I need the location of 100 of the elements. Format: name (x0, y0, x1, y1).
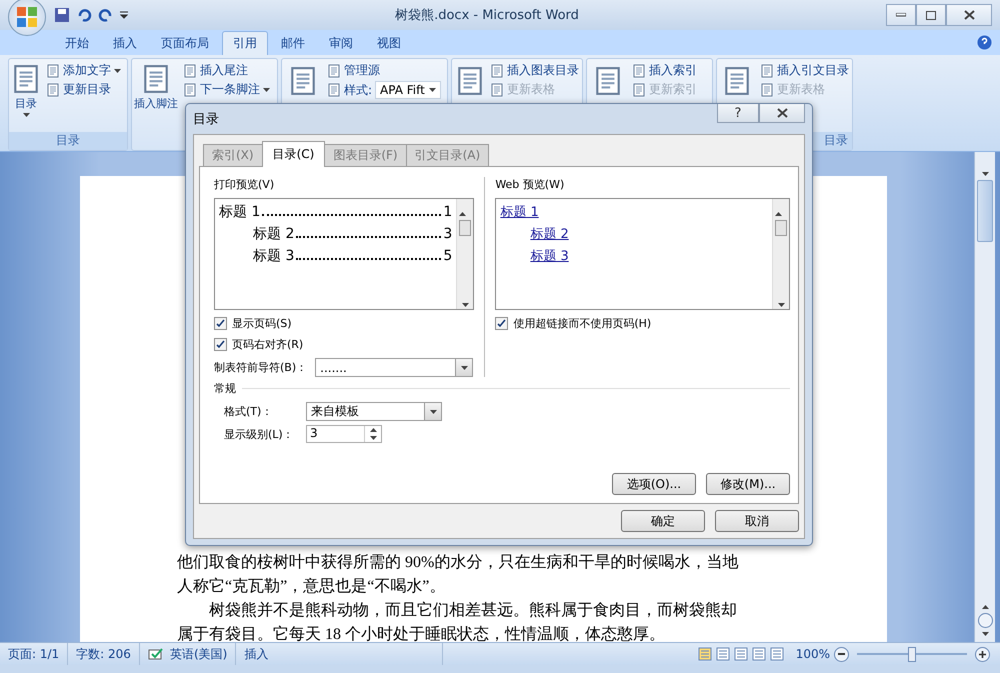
ribbon-tab[interactable]: 邮件 (270, 31, 316, 55)
scrollbar[interactable] (456, 199, 474, 309)
document-icon (141, 64, 171, 94)
checkbox[interactable] (214, 317, 227, 330)
ribbon-tab[interactable]: 页面布局 (150, 31, 220, 55)
scroll-down-icon (462, 303, 469, 307)
document-icon (490, 64, 504, 78)
maximize-button[interactable] (916, 4, 946, 26)
view-icon[interactable] (770, 647, 784, 661)
customize-icon[interactable] (120, 11, 128, 19)
help-icon[interactable] (977, 35, 992, 50)
large-ribbon-button[interactable]: 插入脚注 (133, 62, 179, 129)
browse-object-button[interactable] (978, 613, 992, 628)
dialog-button[interactable]: 修改(M)... (706, 473, 790, 495)
heading-link[interactable]: 标题 2 (530, 227, 569, 242)
previous-page-icon (982, 605, 988, 609)
save-icon[interactable] (54, 7, 70, 23)
document-icon (722, 66, 752, 96)
leader-dropdown[interactable]: ....... (315, 358, 474, 377)
ribbon-tab[interactable]: 视图 (366, 31, 412, 55)
undo-icon[interactable] (76, 7, 92, 23)
section-label: Web 预览(W) (495, 177, 566, 192)
zoom-in-button[interactable] (975, 646, 990, 662)
large-ribbon-button[interactable]: 目录 (10, 62, 42, 129)
language-status[interactable]: 英语(美国) (170, 646, 228, 662)
dialog-button[interactable]: 取消 (715, 510, 799, 532)
window-title: 树袋熊.docx - Microsoft Word (394, 7, 580, 24)
view-icon[interactable] (752, 647, 766, 661)
dialog-tab[interactable]: 目录(C) (262, 141, 326, 167)
checkbox-label: 页码右对齐(R) (232, 337, 304, 352)
ribbon-tab[interactable]: 引用 (222, 31, 268, 55)
ribbon-button[interactable]: 插入尾注 (183, 62, 270, 79)
scroll-up-icon (459, 212, 466, 216)
document-icon (46, 82, 60, 96)
ribbon-button[interactable]: 管理源 (327, 62, 441, 79)
scroll-thumb[interactable] (459, 220, 472, 236)
scroll-down-icon (778, 303, 784, 307)
minimize-button[interactable] (886, 4, 916, 26)
heading-link[interactable]: 标题 3 (530, 249, 569, 264)
ribbon-button[interactable]: 下一条脚注 (183, 81, 270, 98)
ribbon-tab[interactable]: 插入 (102, 31, 148, 55)
minimize-icon (896, 13, 906, 17)
page-number: 5 (443, 247, 452, 266)
page-number: 1 (443, 203, 452, 222)
document-icon (760, 82, 774, 96)
section-label: 打印预览(V) (214, 177, 276, 192)
help-button[interactable]: ? (717, 104, 759, 123)
plus-icon (979, 650, 986, 658)
zoom-level[interactable]: 100% (796, 647, 830, 661)
spin-down-icon (370, 436, 376, 440)
zoom-slider[interactable] (908, 647, 916, 662)
ribbon-button[interactable]: 插入引文目录 (760, 62, 849, 79)
close-button[interactable] (759, 104, 805, 123)
ribbon-button[interactable]: 更新目录 (46, 81, 121, 98)
style-label: 样式: (344, 82, 372, 98)
document-icon (632, 82, 646, 96)
heading-link[interactable]: 标题 1 (500, 205, 539, 220)
style-dropdown[interactable]: APA Fift (375, 81, 441, 99)
checkbox[interactable] (495, 317, 508, 330)
document-icon (760, 64, 774, 78)
checkbox-label: 使用超链接而不使用页码(H) (513, 316, 652, 331)
scrollbar[interactable] (772, 199, 789, 309)
page-number: 3 (443, 225, 452, 244)
dialog-title: 目录 (193, 111, 219, 128)
scroll-thumb[interactable] (775, 220, 787, 236)
view-icon[interactable] (716, 647, 730, 661)
document-icon (183, 64, 197, 78)
caret-icon (428, 88, 436, 92)
ribbon-button[interactable]: 插入图表目录 (490, 62, 579, 79)
scroll-up-icon (775, 212, 782, 216)
proofing-icon[interactable] (148, 647, 164, 661)
ribbon-button[interactable]: 添加文字 (46, 62, 121, 79)
document-icon (288, 66, 318, 96)
close-button[interactable] (946, 4, 992, 26)
dialog-button[interactable]: 确定 (621, 510, 705, 532)
field-label: 制表符前导符(B)： (214, 360, 308, 375)
caret-icon (114, 68, 121, 72)
dialog-button[interactable]: 选项(O)... (612, 473, 696, 495)
format-dropdown[interactable]: 来自模板 (306, 402, 442, 421)
section-title: 常规 (214, 381, 236, 396)
level-spinner[interactable]: 3 (306, 425, 382, 443)
ribbon-tab[interactable]: 开始 (54, 31, 100, 55)
view-icon[interactable] (734, 647, 748, 661)
ribbon-tab[interactable]: 审阅 (318, 31, 364, 55)
zoom-out-button[interactable] (834, 646, 849, 662)
office-logo-icon (16, 6, 38, 28)
document-icon (327, 83, 341, 97)
office-button[interactable] (8, 0, 46, 36)
document-icon (46, 64, 60, 78)
document-icon (327, 64, 341, 78)
field-label: 格式(T)： (224, 404, 274, 419)
vertical-scrollbar[interactable] (974, 152, 995, 642)
ribbon-button[interactable]: 插入索引 (632, 62, 697, 79)
caret-icon (460, 366, 468, 370)
checkbox[interactable] (214, 338, 227, 351)
document-icon (632, 64, 646, 78)
scroll-thumb[interactable] (977, 180, 993, 242)
redo-icon[interactable] (98, 7, 114, 23)
document-icon (183, 82, 197, 96)
view-icon[interactable] (698, 647, 712, 661)
